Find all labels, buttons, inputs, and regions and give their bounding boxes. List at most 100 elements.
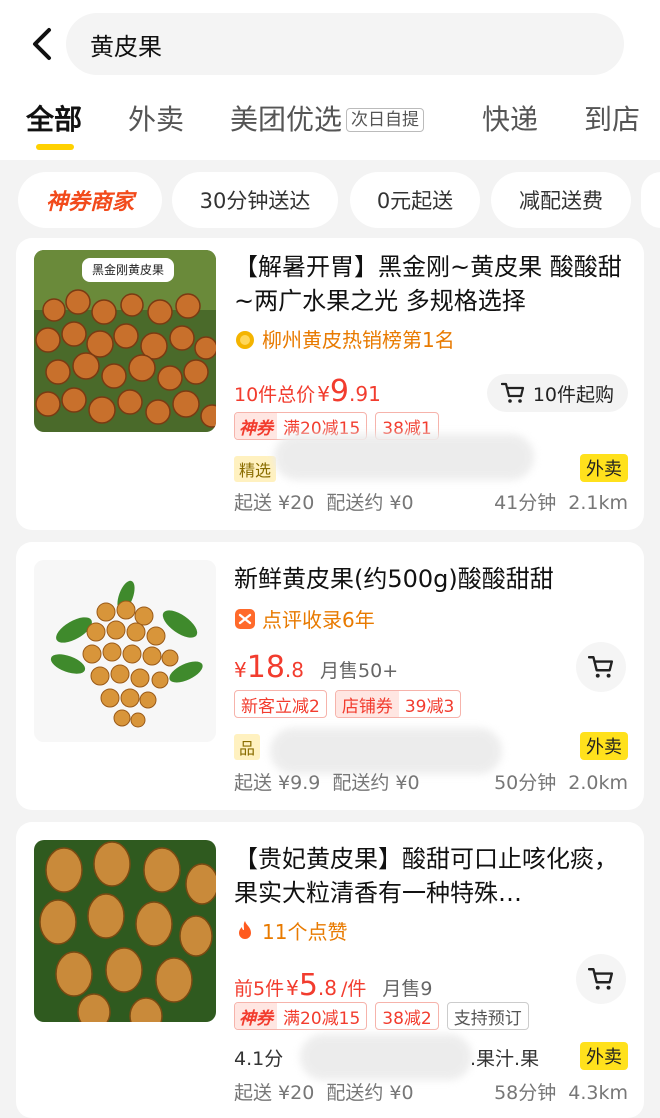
distance: 2.0km bbox=[568, 772, 628, 794]
price-prefix: 10件总价 bbox=[234, 384, 316, 406]
delivery-fee: 配送约 ¥0 bbox=[326, 492, 414, 514]
search-input[interactable]: 黄皮果 bbox=[66, 13, 624, 75]
new-customer-tag: 新客立减2 bbox=[234, 690, 327, 718]
tab-takeout[interactable]: 外卖 bbox=[128, 98, 184, 138]
active-tab-indicator bbox=[36, 144, 74, 150]
product-title[interactable]: 【解暑开胃】黑金刚~黄皮果 酸酸甜~两广水果之光 多规格选择 bbox=[234, 250, 630, 318]
tab-youxuan-badge: 次日自提 bbox=[346, 108, 425, 132]
price-currency: ¥ bbox=[234, 658, 247, 682]
delivery-info: 起送 ¥9.9 配送约 ¥0 50分钟 2.0km bbox=[234, 768, 628, 795]
product-card[interactable]: 新鲜黄皮果(约500g)酸酸甜甜 点评收录6年 ¥ 18 .8 月售50+ 新客… bbox=[16, 542, 644, 810]
product-card[interactable]: 【贵妃黄皮果】酸甜可口止咳化痰，果实大粒清香有一种特殊… 11个点赞 前5件 ¥… bbox=[16, 822, 644, 1118]
product-title[interactable]: 新鲜黄皮果(约500g)酸酸甜甜 bbox=[234, 562, 630, 596]
add-to-cart-button[interactable] bbox=[576, 642, 626, 692]
filter-chip-30min[interactable]: 30分钟送达 bbox=[172, 172, 338, 228]
delivery-fee: 配送约 ¥0 bbox=[332, 772, 420, 794]
product-image[interactable] bbox=[34, 560, 216, 742]
takeout-badge: 外卖 bbox=[580, 454, 628, 482]
product-title[interactable]: 【贵妃黄皮果】酸甜可口止咳化痰，果实大粒清香有一种特殊… bbox=[234, 842, 630, 910]
delivery-info: 起送 ¥20 配送约 ¥0 58分钟 4.3km bbox=[234, 1078, 628, 1105]
delivery-time: 58分钟 bbox=[494, 1082, 557, 1104]
tab-youxuan[interactable]: 美团优选 次日自提 bbox=[230, 98, 425, 138]
coupon-tag: 神券 满20减15 bbox=[234, 1002, 368, 1030]
category-tabs: 全部 外卖 美团优选 次日自提 快递 到店 bbox=[0, 92, 660, 152]
filter-chip-more[interactable] bbox=[641, 172, 660, 228]
add-to-cart-button[interactable] bbox=[576, 954, 626, 1004]
cart-icon bbox=[588, 968, 614, 990]
fruit-photo-icon bbox=[34, 560, 216, 742]
flame-icon bbox=[239, 920, 251, 939]
price-integer: 9 bbox=[329, 374, 350, 409]
tab-youxuan-label: 美团优选 bbox=[230, 103, 343, 136]
product-image[interactable] bbox=[34, 840, 216, 1022]
price-unit: /件 bbox=[341, 978, 367, 1000]
filter-chip-zero-min[interactable]: 0元起送 bbox=[350, 172, 480, 228]
add-to-cart-button[interactable]: 10件起购 bbox=[486, 374, 628, 412]
shop-label: 精选 bbox=[234, 456, 277, 482]
delivery-info: 起送 ¥20 配送约 ¥0 41分钟 2.1km bbox=[234, 488, 628, 515]
shop-rating: 4.1分 bbox=[234, 1048, 284, 1070]
price-currency: ¥ bbox=[286, 976, 299, 1000]
product-image-label: 黑金刚黄皮果 bbox=[91, 263, 164, 277]
header: 黄皮果 全部 外卖 美团优选 次日自提 快递 到店 bbox=[0, 0, 660, 160]
price-integer: 18 bbox=[246, 650, 285, 685]
fruit-photo-icon bbox=[34, 840, 216, 1022]
monthly-sales: 月售9 bbox=[382, 978, 433, 1000]
price: 10件总价 ¥ 9 .91 bbox=[234, 374, 381, 409]
distance: 2.1km bbox=[568, 492, 628, 514]
takeout-badge: 外卖 bbox=[580, 1042, 628, 1070]
delivery-fee: 配送约 ¥0 bbox=[326, 1082, 414, 1104]
takeout-badge: 外卖 bbox=[580, 732, 628, 760]
price-decimal: .8 bbox=[284, 658, 305, 682]
shop-coupon-tag: 店铺券 39减3 bbox=[334, 690, 462, 718]
shop-label: 品 bbox=[234, 734, 261, 760]
delivery-time: 41分钟 bbox=[494, 492, 557, 514]
shop-coupon-value: 39减3 bbox=[404, 696, 455, 717]
min-order: 起送 ¥9.9 bbox=[234, 772, 321, 794]
min-order: 起送 ¥20 bbox=[234, 492, 315, 514]
dianping-icon bbox=[235, 608, 255, 629]
medal-icon bbox=[236, 330, 254, 349]
blurred-shop-name bbox=[274, 434, 534, 480]
rank-badge: 11个点赞 bbox=[234, 916, 347, 945]
rank-text: 柳州黄皮热销榜第1名 bbox=[262, 328, 455, 352]
distance: 4.3km bbox=[568, 1082, 628, 1104]
cart-icon bbox=[500, 382, 524, 403]
monthly-sales: 月售50+ bbox=[320, 660, 399, 682]
chevron-left-icon bbox=[33, 28, 51, 60]
product-image[interactable]: 黑金刚黄皮果 bbox=[34, 250, 216, 432]
rank-badge: 点评收录6年 bbox=[234, 604, 375, 633]
price: 前5件 ¥ 5 .8 /件 月售9 bbox=[234, 968, 433, 1003]
filter-bar: 神券商家 30分钟送达 0元起送 减配送费 bbox=[0, 162, 660, 238]
cart-icon bbox=[588, 656, 614, 678]
promo-tags: 神券 满20减15 38减2 支持预订 bbox=[234, 1002, 529, 1030]
blurred-shop-name bbox=[300, 1034, 472, 1080]
cart-label: 10件起购 bbox=[532, 383, 614, 406]
price: ¥ 18 .8 月售50+ bbox=[234, 650, 398, 685]
price-decimal: .8 bbox=[317, 976, 338, 1000]
preorder-tag: 支持预订 bbox=[446, 1002, 529, 1030]
product-card[interactable]: 黑金刚黄皮果 【解暑开胃】黑金刚~黄皮果 酸酸甜~两广水果之光 多规格选择 柳州… bbox=[16, 238, 644, 530]
coupon-label: 神券 bbox=[235, 413, 277, 439]
rank-text: 点评收录6年 bbox=[262, 608, 375, 632]
min-order: 起送 ¥20 bbox=[234, 1082, 315, 1104]
tab-instore[interactable]: 到店 bbox=[584, 98, 640, 138]
price-decimal: .91 bbox=[349, 382, 381, 406]
rank-badge: 柳州黄皮热销榜第1名 bbox=[234, 324, 455, 353]
discount-tag: 38减2 bbox=[375, 1002, 439, 1030]
filter-chip-reduce-fee[interactable]: 减配送费 bbox=[491, 172, 631, 228]
promo-tags: 新客立减2 店铺券 39减3 bbox=[234, 690, 462, 718]
price-currency: ¥ bbox=[317, 382, 330, 406]
rank-text: 11个点赞 bbox=[262, 920, 348, 944]
coupon-value: 满20减15 bbox=[283, 1008, 361, 1029]
search-query: 黄皮果 bbox=[90, 32, 162, 61]
delivery-time: 50分钟 bbox=[494, 772, 557, 794]
shop-category: .果汁.果 bbox=[470, 1048, 540, 1070]
filter-chip-coupon-merchant[interactable]: 神券商家 bbox=[18, 172, 162, 228]
tab-express[interactable]: 快递 bbox=[482, 98, 538, 138]
coupon-label: 神券 bbox=[235, 1003, 277, 1029]
tab-all[interactable]: 全部 bbox=[26, 98, 82, 138]
price-prefix: 前5件 bbox=[234, 978, 285, 1000]
back-button[interactable] bbox=[22, 22, 62, 66]
shop-coupon-label: 店铺券 bbox=[335, 691, 399, 717]
